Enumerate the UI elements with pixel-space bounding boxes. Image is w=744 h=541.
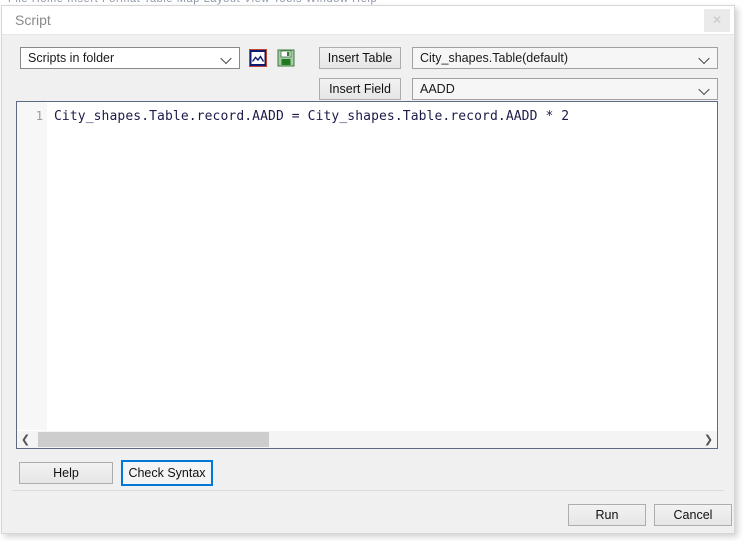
script-dialog: Script ✕ Scripts in folder Insert Table … bbox=[1, 5, 735, 534]
chevron-down-icon bbox=[222, 54, 231, 63]
run-button[interactable]: Run bbox=[568, 504, 646, 526]
scrollbar-thumb[interactable] bbox=[38, 432, 269, 447]
field-select-dropdown[interactable]: AADD bbox=[412, 78, 718, 100]
scroll-left-icon[interactable]: ❮ bbox=[17, 431, 34, 448]
scrollbar-track[interactable] bbox=[34, 431, 700, 448]
save-script-icon[interactable] bbox=[277, 49, 295, 67]
code-line: City_shapes.Table.record.AADD = City_sha… bbox=[54, 109, 570, 124]
line-number: 1 bbox=[35, 109, 43, 123]
help-button[interactable]: Help bbox=[19, 462, 113, 484]
field-select-value: AADD bbox=[420, 82, 455, 96]
chevron-down-icon bbox=[700, 54, 709, 63]
scripts-scope-value: Scripts in folder bbox=[28, 51, 115, 65]
chevron-down-icon bbox=[700, 85, 709, 94]
cancel-button[interactable]: Cancel bbox=[654, 504, 732, 526]
check-syntax-button[interactable]: Check Syntax bbox=[121, 460, 213, 486]
table-select-value: City_shapes.Table(default) bbox=[420, 51, 568, 65]
table-select-dropdown[interactable]: City_shapes.Table(default) bbox=[412, 47, 718, 69]
editor-gutter: 1 bbox=[17, 102, 48, 448]
insert-field-button[interactable]: Insert Field bbox=[319, 78, 401, 100]
scroll-right-icon[interactable]: ❯ bbox=[700, 431, 717, 448]
open-script-icon[interactable] bbox=[249, 49, 267, 67]
insert-table-button[interactable]: Insert Table bbox=[319, 47, 401, 69]
dialog-title: Script bbox=[15, 12, 51, 28]
scripts-scope-dropdown[interactable]: Scripts in folder bbox=[20, 47, 240, 69]
dialog-body: Scripts in folder Insert Table City_shap… bbox=[2, 35, 734, 533]
dialog-titlebar: Script ✕ bbox=[2, 6, 734, 35]
close-icon[interactable]: ✕ bbox=[704, 9, 730, 32]
screenshot-root: File Home Insert Format Table Map Layout… bbox=[0, 0, 744, 541]
footer-divider bbox=[12, 490, 724, 491]
script-code-editor[interactable]: 1 City_shapes.Table.record.AADD = City_s… bbox=[16, 101, 718, 449]
editor-horizontal-scrollbar[interactable]: ❮ ❯ bbox=[17, 430, 717, 448]
